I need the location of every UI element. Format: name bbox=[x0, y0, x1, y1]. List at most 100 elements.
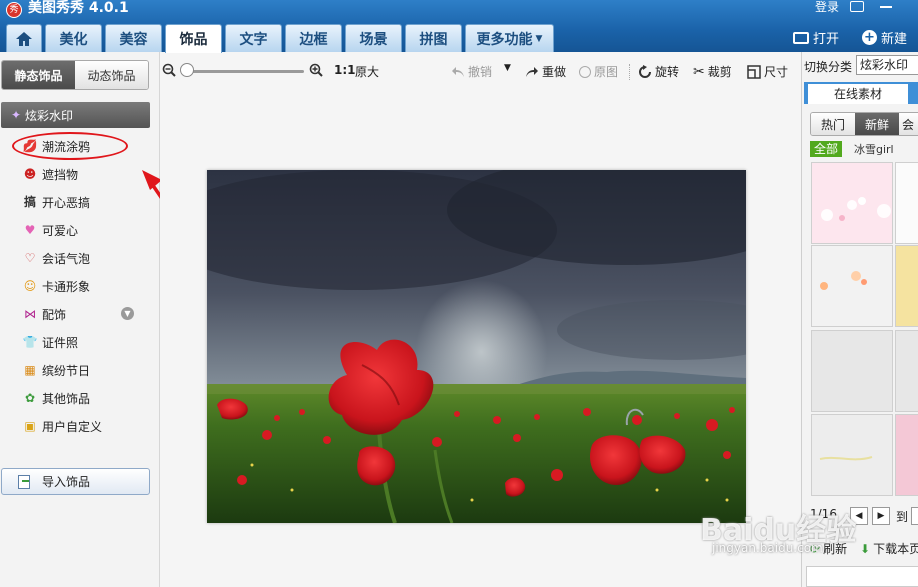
resize-button[interactable]: 尺寸 bbox=[747, 63, 788, 80]
heart-icon: ♥ bbox=[24, 223, 36, 237]
category-item-others[interactable]: ✿ 其他饰品 bbox=[0, 384, 150, 412]
ratio-label[interactable]: 1:1 bbox=[334, 63, 356, 77]
sub-filter-all[interactable]: 全部 bbox=[810, 141, 842, 157]
sparkle-thumb-image bbox=[819, 456, 873, 461]
category-item-user-defined[interactable]: ▣ 用户自定义 bbox=[0, 412, 150, 440]
accessory-type-switch: 静态饰品 动态饰品 bbox=[1, 60, 149, 90]
material-thumb[interactable] bbox=[895, 162, 918, 244]
filter-new[interactable]: 新鲜 bbox=[855, 113, 899, 135]
sub-filter-ice-girl[interactable]: 冰雪girl bbox=[854, 141, 894, 157]
filter-member[interactable]: 会 bbox=[899, 113, 918, 135]
tab-more-features[interactable]: 更多功能 ▼ bbox=[465, 24, 554, 52]
next-page-icon[interactable]: ▶ bbox=[872, 507, 890, 525]
material-thumb[interactable] bbox=[811, 330, 893, 412]
open-label: 打开 bbox=[813, 32, 840, 47]
home-icon bbox=[15, 31, 33, 47]
material-thumb[interactable] bbox=[811, 162, 893, 244]
category-selected[interactable]: ✦ 炫彩水印 bbox=[1, 102, 150, 128]
tab-collage[interactable]: 拼图 bbox=[405, 24, 462, 52]
original-size-button[interactable]: 原大 bbox=[355, 63, 379, 80]
tab-accessories[interactable]: 饰品 bbox=[165, 24, 222, 53]
plus-icon: + bbox=[862, 30, 877, 45]
undo-icon bbox=[452, 66, 464, 77]
tab-beautify[interactable]: 美化 bbox=[45, 24, 102, 52]
category-label: 可爱心 bbox=[42, 223, 79, 238]
scissors-icon: ✂ bbox=[693, 63, 705, 80]
login-link[interactable]: 登录 bbox=[815, 0, 839, 14]
zoom-out-icon[interactable] bbox=[162, 63, 176, 77]
bokeh-thumb-image bbox=[821, 197, 891, 221]
category-item-id-photo[interactable]: 👕 证件照 bbox=[0, 328, 150, 356]
rotate-icon bbox=[639, 64, 651, 78]
shirt-icon: 👕 bbox=[22, 335, 38, 349]
category-item-speech-bubbles[interactable]: ♡ 会话气泡 bbox=[0, 244, 150, 272]
category-item-cute-hearts[interactable]: ♥ 可爱心 bbox=[0, 216, 150, 244]
bottom-panel bbox=[806, 566, 918, 587]
download-page-button[interactable]: ⬇ 下载本页 bbox=[860, 540, 918, 557]
material-thumb[interactable] bbox=[895, 330, 918, 412]
material-thumb[interactable] bbox=[811, 245, 893, 327]
edited-photo[interactable] bbox=[207, 170, 746, 523]
category-item-cartoon[interactable]: ☺ 卡通形象 bbox=[0, 272, 150, 300]
tab-frame[interactable]: 边框 bbox=[285, 24, 342, 52]
undo-dropdown-icon[interactable]: ▼ bbox=[504, 63, 511, 73]
online-tab-bar: 在线素材 bbox=[804, 82, 918, 104]
category-selected-label: 炫彩水印 bbox=[25, 108, 74, 123]
category-label: 开心恶搞 bbox=[42, 195, 91, 210]
mask-face-icon: ☻ bbox=[23, 167, 37, 181]
cartoon-face-icon: ☺ bbox=[23, 279, 37, 293]
annotation-circle bbox=[12, 132, 128, 160]
undo-button[interactable]: 撤销 bbox=[451, 63, 492, 80]
zoom-in-icon[interactable] bbox=[309, 63, 323, 77]
app-logo-icon: 秀 bbox=[6, 2, 22, 18]
category-label: 用户自定义 bbox=[42, 419, 103, 434]
category-item-funny[interactable]: 搞 开心恶搞 bbox=[0, 188, 150, 216]
speech-bubble-icon: ♡ bbox=[24, 251, 36, 265]
goto-page-input[interactable] bbox=[911, 507, 918, 525]
redo-button[interactable]: 重做 bbox=[525, 63, 566, 80]
filter-hot[interactable]: 热门 bbox=[811, 113, 855, 135]
main-tabs: 美化 美容 饰品 文字 边框 场景 拼图 更多功能 ▼ bbox=[6, 24, 557, 53]
material-thumb[interactable] bbox=[895, 245, 918, 327]
redo-label: 重做 bbox=[542, 65, 567, 79]
category-item-festivals[interactable]: ▦ 缤纷节日 bbox=[0, 356, 150, 384]
import-accessory-button[interactable]: 导入饰品 bbox=[1, 468, 150, 495]
tab-home[interactable] bbox=[6, 24, 42, 52]
zoom-slider-handle[interactable] bbox=[180, 63, 194, 77]
tab-online-materials[interactable]: 在线素材 bbox=[808, 84, 908, 104]
material-thumb[interactable] bbox=[811, 414, 893, 496]
category-select[interactable]: 炫彩水印 bbox=[856, 55, 918, 75]
glow-thumb-image bbox=[820, 271, 867, 290]
category-label: 遮挡物 bbox=[42, 167, 79, 182]
expand-chevron-icon[interactable]: ▼ bbox=[121, 307, 134, 320]
dropdown-arrow-icon: ▼ bbox=[535, 33, 543, 44]
minimize-icon[interactable] bbox=[880, 6, 892, 8]
open-button[interactable]: 打开 bbox=[793, 28, 839, 47]
tab-more-label: 更多功能 bbox=[476, 31, 533, 48]
photo-image bbox=[207, 170, 746, 523]
dynamic-accessories-button[interactable]: 动态饰品 bbox=[75, 61, 148, 89]
crop-button[interactable]: ✂ 裁剪 bbox=[693, 63, 732, 80]
zoom-slider[interactable] bbox=[184, 70, 304, 73]
message-icon[interactable] bbox=[850, 1, 864, 12]
magic-wand-icon: ✦ bbox=[11, 108, 22, 122]
flower-icon: ✿ bbox=[24, 391, 36, 405]
static-accessories-button[interactable]: 静态饰品 bbox=[2, 61, 75, 89]
material-thumb[interactable] bbox=[895, 414, 918, 496]
category-list: 💋 潮流涂鸦 ☻ 遮挡物 搞 开心恶搞 ♥ 可爱心 ♡ 会话气泡 ☺ 卡通形象 … bbox=[0, 132, 150, 440]
tab-scene[interactable]: 场景 bbox=[345, 24, 402, 52]
toolbar-separator bbox=[629, 64, 630, 80]
new-button[interactable]: + 新建 bbox=[862, 28, 907, 47]
original-image-button[interactable]: 原图 bbox=[579, 63, 618, 80]
gift-box-icon: ▦ bbox=[24, 363, 36, 377]
undo-label: 撤销 bbox=[468, 65, 493, 79]
category-label: 缤纷节日 bbox=[42, 363, 91, 378]
rotate-button[interactable]: 旋转 bbox=[638, 63, 679, 80]
category-item-ornaments[interactable]: ⋈ 配饰 ▼ bbox=[0, 300, 150, 328]
crop-label: 裁剪 bbox=[707, 65, 732, 79]
category-item-occluder[interactable]: ☻ 遮挡物 bbox=[0, 160, 150, 188]
resize-label: 尺寸 bbox=[764, 65, 789, 79]
tab-text[interactable]: 文字 bbox=[225, 24, 282, 52]
tab-beauty[interactable]: 美容 bbox=[105, 24, 162, 52]
rotate-label: 旋转 bbox=[655, 65, 680, 79]
